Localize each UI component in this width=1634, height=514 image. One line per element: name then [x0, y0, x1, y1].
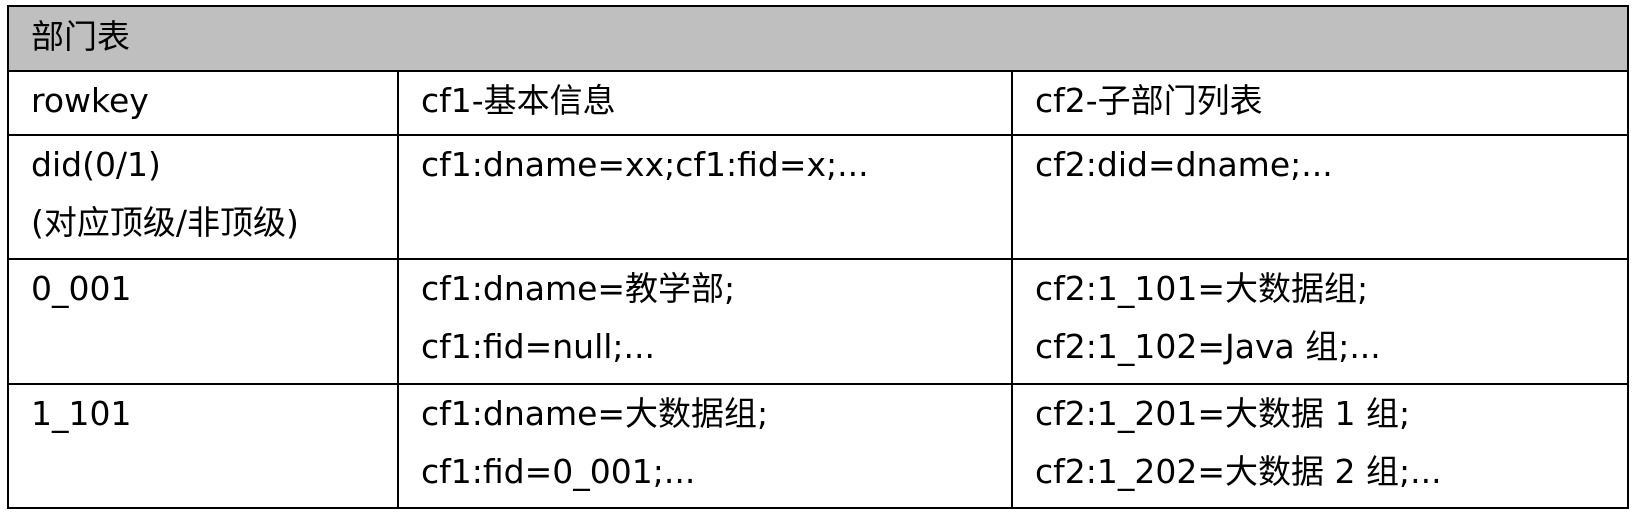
cell-line: (对应顶级/非顶级) [31, 202, 299, 242]
cell-line: cf2:1_202=大数据 2 组;... [1035, 451, 1442, 491]
cell-cf1: cf1:dname=xx;cf1:fid=x;... [397, 133, 1013, 261]
cell-cf1: cf1:dname=大数据组; cf1:fid=0_001;... [397, 382, 1013, 510]
cell-line: cf2:1_101=大数据组; [1035, 269, 1369, 309]
cell-line: cf2:1_102=Java 组;... [1035, 327, 1381, 367]
cell-rowkey: did(0/1) (对应顶级/非顶级) [7, 133, 399, 261]
table-row: did(0/1) (对应顶级/非顶级) cf1:dname=xx;cf1:fid… [7, 133, 1629, 261]
cell-cf2: cf2:1_201=大数据 1 组; cf2:1_202=大数据 2 组;... [1011, 382, 1629, 510]
table-title: 部门表 [7, 4, 1629, 73]
table-row: 0_001 cf1:dname=教学部; cf1:fid=null;... cf… [7, 258, 1629, 385]
table-header-row: rowkey cf1-基本信息 cf2-子部门列表 [7, 70, 1629, 136]
cell-rowkey: 0_001 [7, 258, 399, 385]
cell-line: did(0/1) [31, 144, 161, 184]
cell-cf2: cf2:1_101=大数据组; cf2:1_102=Java 组;... [1011, 258, 1629, 385]
cell-line: cf1:fid=0_001;... [421, 451, 696, 491]
table-title-row: 部门表 [7, 4, 1629, 73]
cell-line: cf1:dname=大数据组; [421, 393, 769, 433]
cell-line: cf1:dname=教学部; [421, 269, 736, 309]
cell-line: cf2:did=dname;... [1035, 144, 1333, 184]
cell-line: 1_101 [31, 393, 132, 433]
header-cf1: cf1-基本信息 [397, 70, 1013, 136]
cell-line: 0_001 [31, 269, 132, 309]
cell-line: cf2:1_201=大数据 1 组; [1035, 393, 1411, 433]
cell-line: cf1:dname=xx;cf1:fid=x;... [421, 144, 869, 184]
cell-line: cf1:fid=null;... [421, 327, 656, 367]
department-table: 部门表 rowkey cf1-基本信息 cf2-子部门列表 did(0/1) (… [7, 4, 1629, 510]
cell-cf2: cf2:did=dname;... [1011, 133, 1629, 261]
cell-cf1: cf1:dname=教学部; cf1:fid=null;... [397, 258, 1013, 385]
department-table-container: 部门表 rowkey cf1-基本信息 cf2-子部门列表 did(0/1) (… [7, 4, 1629, 510]
header-cf2: cf2-子部门列表 [1011, 70, 1629, 136]
table-row: 1_101 cf1:dname=大数据组; cf1:fid=0_001;... … [7, 382, 1629, 510]
header-rowkey: rowkey [7, 70, 399, 136]
cell-rowkey: 1_101 [7, 382, 399, 510]
